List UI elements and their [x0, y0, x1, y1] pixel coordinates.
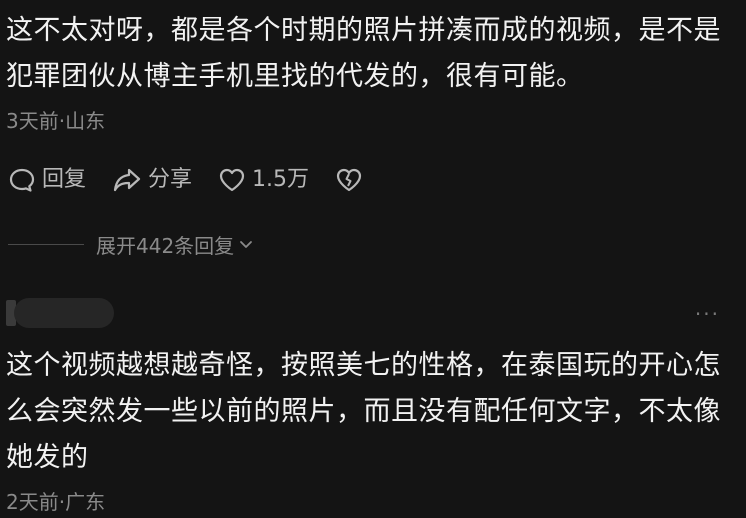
broken-heart-icon [336, 168, 362, 192]
expand-replies-button[interactable]: 展开442条回复 [96, 230, 254, 259]
share-button[interactable]: 分享 [112, 163, 192, 197]
comment-header: ··· [0, 296, 746, 330]
username-redacted[interactable] [14, 298, 114, 328]
expand-replies-row: 展开442条回复 [8, 228, 254, 260]
comment-meta: 2天前·广东 [6, 490, 106, 514]
comment-actions: 回复 分享 1.5万 [8, 163, 395, 197]
comment-text: 这个视频越想越奇怪，按照美七的性格，在泰国玩的开心怎么会突然发一些以前的照片，而… [6, 350, 721, 473]
share-label: 分享 [148, 167, 193, 192]
chevron-down-icon [240, 241, 253, 248]
comment-text: 这不太对呀，都是各个时期的照片拼凑而成的视频，是不是犯罪团伙从博主手机里找的代发… [6, 15, 721, 92]
like-count: 1.5万 [252, 167, 310, 192]
heart-icon [219, 168, 245, 192]
reply-button[interactable]: 回复 [8, 163, 86, 197]
more-options-button[interactable]: ··· [695, 302, 720, 326]
share-arrow-icon [113, 168, 141, 192]
comment-bubble-icon [9, 168, 35, 192]
divider-line [8, 243, 84, 245]
expand-replies-label: 展开442条回复 [96, 233, 235, 258]
dislike-button[interactable] [335, 166, 369, 194]
like-button[interactable]: 1.5万 [218, 163, 309, 197]
reply-label: 回复 [42, 167, 87, 192]
comment-meta: 3天前·山东 [6, 109, 106, 133]
